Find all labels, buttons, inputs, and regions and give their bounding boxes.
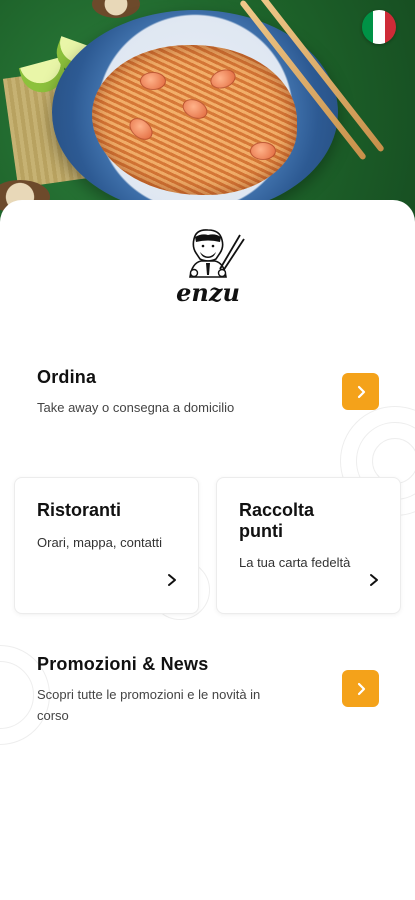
chevron-right-icon [168,574,176,586]
language-flag-icon[interactable] [362,10,396,44]
ristoranti-subtitle: Orari, mappa, contatti [37,535,162,550]
shrimp [140,72,166,90]
promozioni-subtitle: Scopri tutte le promozioni e le novità i… [37,684,260,726]
raccolta-punti-subtitle: La tua carta fedeltà [239,555,351,570]
raccolta-punti-card[interactable]: Raccolta punti La tua carta fedeltà [216,477,401,614]
enzu-logo: enzu [176,229,245,307]
ristoranti-title: Ristoranti [37,500,122,520]
chevron-right-icon [370,574,378,586]
flag-stripe-white [373,10,385,44]
promozioni-arrow-button[interactable] [342,670,379,707]
ordina-title[interactable]: Ordina [37,367,96,388]
promozioni-title[interactable]: Promozioni & News [37,654,208,675]
ristoranti-card[interactable]: Ristoranti Orari, mappa, contatti [14,477,199,614]
ordina-arrow-button[interactable] [342,373,379,410]
chevron-right-icon [357,385,365,398]
svg-text:enzu: enzu [176,278,240,307]
raccolta-title-line1: Raccolta [239,500,315,520]
promozioni-subtitle-line2: corso [37,708,69,723]
chevron-right-icon [357,682,365,695]
shrimp [250,142,276,160]
home-panel: enzu Ordina Take away o consegna a domic… [0,200,415,900]
hero-food-image [0,0,415,232]
ordina-subtitle: Take away o consegna a domicilio [37,400,235,415]
raccolta-title-line2: punti [239,521,283,541]
promozioni-subtitle-line1: Scopri tutte le promozioni e le novità i… [37,687,261,702]
raccolta-punti-title: Raccolta punti [239,500,314,542]
